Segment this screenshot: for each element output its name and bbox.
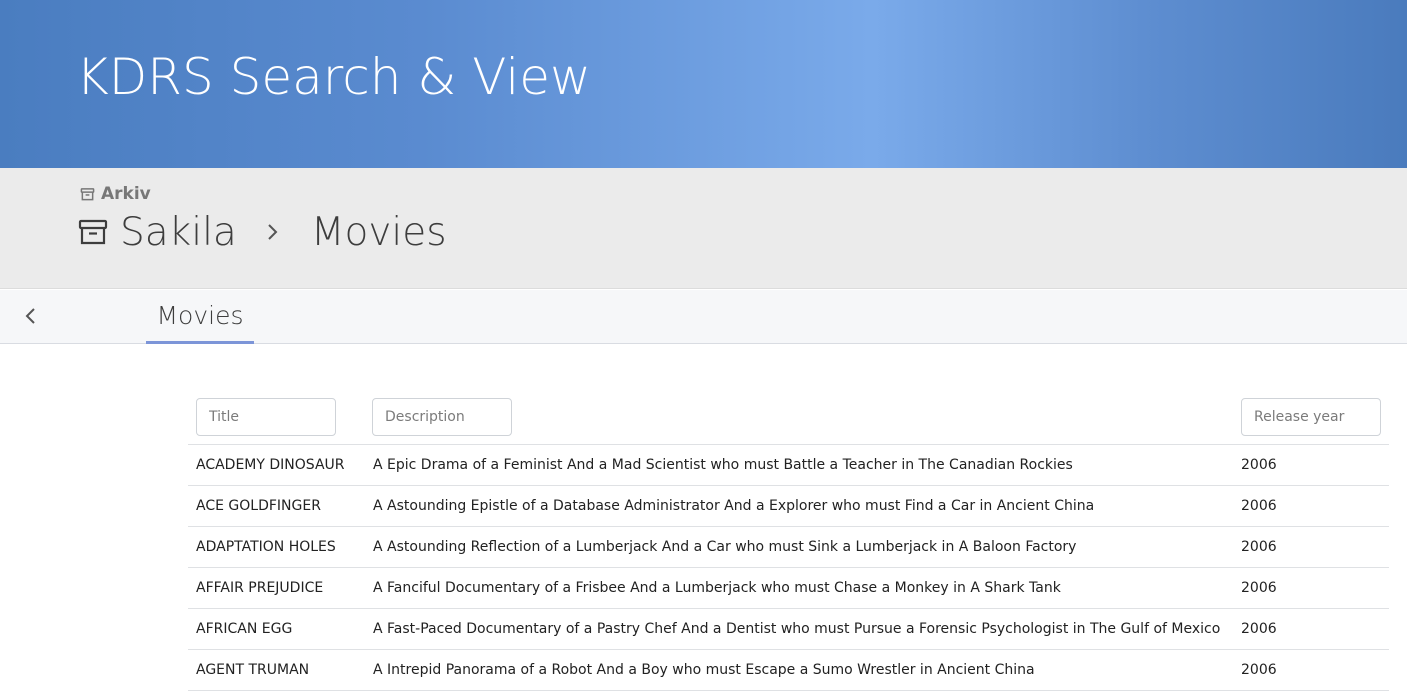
back-button[interactable] <box>18 303 44 329</box>
tab-movies[interactable]: Movies <box>146 290 254 344</box>
cell-description: A Fast-Paced Documentary of a Pastry Che… <box>373 621 1221 637</box>
breadcrumb-context-label: Arkiv <box>101 184 151 204</box>
cell-title: ADAPTATION HOLES <box>196 539 336 555</box>
cell-description: A Astounding Epistle of a Database Admin… <box>373 498 1095 514</box>
archive-small-icon <box>80 187 95 200</box>
table-row[interactable]: AFRICAN EGG A Fast-Paced Documentary of … <box>188 609 1389 650</box>
cell-release-year: 2006 <box>1241 580 1277 596</box>
chevron-left-icon <box>25 308 35 324</box>
cell-title: ACADEMY DINOSAUR <box>196 457 345 473</box>
archive-box-icon <box>78 219 108 245</box>
description-filter-input[interactable] <box>372 398 512 436</box>
release-year-filter-input[interactable] <box>1241 398 1381 436</box>
cell-release-year: 2006 <box>1241 621 1277 637</box>
cell-description: A Intrepid Panorama of a Robot And a Boy… <box>373 662 1035 678</box>
breadcrumb-archive-link[interactable]: Sakila <box>120 210 237 255</box>
cell-release-year: 2006 <box>1241 662 1277 678</box>
table-row[interactable]: ACE GOLDFINGER A Astounding Epistle of a… <box>188 486 1389 527</box>
table-row[interactable]: AFFAIR PREJUDICE A Fanciful Documentary … <box>188 568 1389 609</box>
table-row[interactable]: AGENT TRUMAN A Intrepid Panorama of a Ro… <box>188 650 1389 691</box>
cell-description: A Astounding Reflection of a Lumberjack … <box>373 539 1077 555</box>
cell-release-year: 2006 <box>1241 539 1277 555</box>
cell-release-year: 2006 <box>1241 498 1277 514</box>
cell-title: AFFAIR PREJUDICE <box>196 580 324 596</box>
cell-description: A Epic Drama of a Feminist And a Mad Sci… <box>373 457 1073 473</box>
cell-release-year: 2006 <box>1241 457 1277 473</box>
cell-title: AGENT TRUMAN <box>196 662 310 678</box>
breadcrumb: Sakila Movies <box>78 206 447 258</box>
table-row[interactable]: ACADEMY DINOSAUR A Epic Drama of a Femin… <box>188 445 1389 486</box>
cell-title: ACE GOLDFINGER <box>196 498 321 514</box>
chevron-right-icon <box>268 224 278 240</box>
cell-title: AFRICAN EGG <box>196 621 293 637</box>
table-divider <box>188 690 1389 691</box>
title-filter-input[interactable] <box>196 398 336 436</box>
breadcrumb-current: Movies <box>310 209 447 255</box>
table-row[interactable]: ADAPTATION HOLES A Astounding Reflection… <box>188 527 1389 568</box>
cell-description: A Fanciful Documentary of a Frisbee And … <box>373 580 1061 596</box>
app-title: KDRS Search & View <box>76 48 591 106</box>
breadcrumb-context: Arkiv <box>80 184 151 204</box>
